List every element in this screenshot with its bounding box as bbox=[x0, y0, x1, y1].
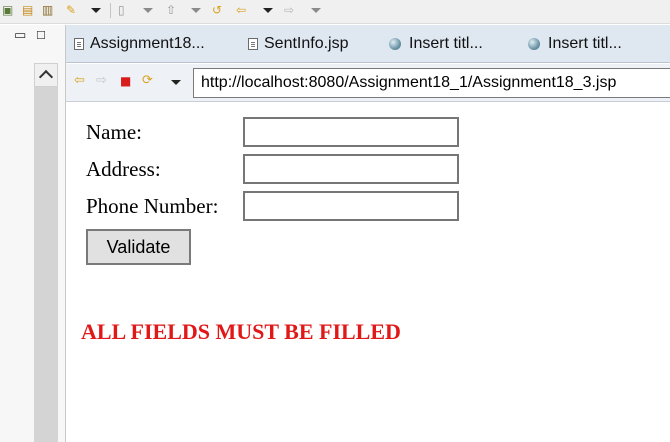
back-dropdown-icon[interactable] bbox=[262, 2, 273, 19]
stop-icon[interactable]: ■ bbox=[120, 72, 131, 90]
last-edit-icon[interactable]: ↺ bbox=[212, 2, 222, 19]
main-toolbar: ▣ ▤ ▥ ✎ ▯ ⇧ ↺ ⇦ ⇨ bbox=[0, 0, 670, 24]
name-label: Name: bbox=[86, 120, 142, 144]
tab-label: Insert titl... bbox=[409, 35, 483, 52]
toolbar-separator bbox=[110, 3, 111, 18]
globe-icon bbox=[389, 38, 401, 50]
tab-assignment18[interactable]: Assignment18... bbox=[74, 33, 205, 55]
new-folder-icon[interactable]: ▣ bbox=[2, 2, 13, 19]
editor-tab-bar: Assignment18... SentInfo.jsp Insert titl… bbox=[66, 25, 670, 63]
url-input[interactable]: http://localhost:8080/Assignment18_1/Ass… bbox=[193, 68, 670, 98]
left-view-pane: ▭ ☐ bbox=[0, 25, 66, 442]
up-arrow-icon[interactable]: ⇧ bbox=[166, 2, 176, 19]
forward-arrow-icon[interactable]: ⇨ bbox=[284, 2, 294, 19]
page-content: Name: Address: Phone Number: Validate AL… bbox=[67, 103, 670, 442]
run-dropdown-icon[interactable] bbox=[90, 2, 101, 19]
phone-field[interactable] bbox=[243, 191, 459, 221]
maximize-icon[interactable]: ☐ bbox=[36, 30, 46, 41]
validate-button[interactable]: Validate bbox=[86, 229, 191, 265]
forward-dropdown-icon[interactable] bbox=[310, 2, 321, 19]
globe-icon bbox=[528, 38, 540, 50]
jsp-file-icon bbox=[248, 38, 258, 50]
history-dropdown-icon[interactable] bbox=[170, 74, 181, 91]
back-arrow-icon[interactable]: ⇦ bbox=[236, 2, 246, 19]
tab-label: Assignment18... bbox=[90, 35, 205, 52]
address-label: Address: bbox=[86, 157, 161, 181]
tab-sentinfo[interactable]: SentInfo.jsp bbox=[248, 33, 349, 55]
tab-insert-title-2[interactable]: Insert titl... bbox=[528, 33, 622, 55]
open-folder-icon[interactable]: ▥ bbox=[42, 2, 53, 19]
forward-icon[interactable]: ⇨ bbox=[96, 72, 107, 90]
address-field[interactable] bbox=[243, 154, 459, 184]
vertical-scrollbar[interactable] bbox=[34, 63, 58, 442]
error-message: ALL FIELDS MUST BE FILLED bbox=[81, 319, 401, 344]
run-icon[interactable]: ✎ bbox=[66, 2, 76, 19]
scroll-up-button[interactable] bbox=[34, 63, 58, 87]
minimize-icon[interactable]: ▭ bbox=[14, 29, 26, 42]
browser-toolbar: ⇦ ⇨ ■ ⟳ http://localhost:8080/Assignment… bbox=[66, 64, 670, 102]
page-dropdown-icon[interactable] bbox=[142, 2, 153, 19]
back-icon[interactable]: ⇦ bbox=[74, 72, 85, 90]
name-field[interactable] bbox=[243, 117, 459, 147]
open-folder-icon[interactable]: ▤ bbox=[22, 2, 33, 19]
up-dropdown-icon[interactable] bbox=[190, 2, 201, 19]
jsp-file-icon bbox=[74, 38, 84, 50]
tab-label: Insert titl... bbox=[548, 35, 622, 52]
tab-label: SentInfo.jsp bbox=[264, 35, 349, 52]
phone-label: Phone Number: bbox=[86, 194, 219, 218]
refresh-icon[interactable]: ⟳ bbox=[142, 72, 153, 90]
tab-insert-title-1[interactable]: Insert titl... bbox=[389, 33, 483, 55]
page-icon[interactable]: ▯ bbox=[118, 2, 125, 19]
